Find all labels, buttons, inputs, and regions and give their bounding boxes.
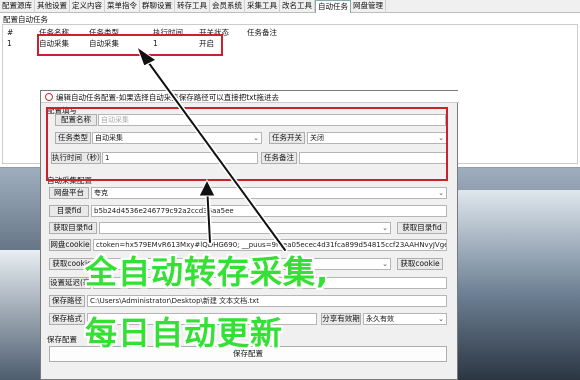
overlay-text-line1: 全自动转存采集,: [85, 253, 330, 291]
pan-platform-button[interactable]: 网盘平台: [49, 187, 89, 199]
share-valid-select[interactable]: 永久有效 ⌄: [363, 313, 447, 325]
tab-pan-management[interactable]: 网盘管理: [351, 0, 386, 13]
dir-id-input[interactable]: b5b24d4536e246779c92a2ccd36aa5ee: [91, 205, 447, 217]
dialog-title: 编辑自动任务配置-如果选择自动采集保存路径可以直接把txt拖进去: [56, 93, 280, 102]
dir-fid-select[interactable]: ⌄: [99, 222, 391, 234]
get-dir-fid-button[interactable]: 获取目录fid: [49, 222, 97, 234]
tab-group-settings[interactable]: 群聊设置: [140, 0, 175, 13]
pan-platform-value: 夸克: [94, 189, 108, 197]
save-path-button[interactable]: 保存路径: [49, 295, 85, 307]
tab-menu-commands[interactable]: 菜单指令: [105, 0, 140, 13]
save-path-input[interactable]: C:\Users\Administrator\Desktop\新建 文本文档.t…: [87, 295, 447, 307]
tab-member-system[interactable]: 会员系统: [210, 0, 245, 13]
tab-other-settings[interactable]: 其他设置: [35, 0, 70, 13]
chevron-down-icon: ⌄: [382, 224, 388, 232]
snow-mountain-right: [458, 190, 580, 380]
header-index: #: [7, 28, 14, 37]
overlay-text-line2: 每日自动更新: [85, 314, 284, 352]
dialog-titlebar: 编辑自动任务配置-如果选择自动采集保存路径可以直接把txt拖进去: [41, 91, 459, 103]
save-format-button[interactable]: 保存格式: [49, 313, 85, 325]
chevron-down-icon: ⌄: [438, 189, 444, 197]
chevron-down-icon: ⌄: [382, 260, 388, 268]
tab-rename-tools[interactable]: 改名工具: [280, 0, 315, 13]
tab-collect-tools[interactable]: 采集工具: [245, 0, 280, 13]
group-label-save: 保存配置: [47, 335, 77, 344]
pan-platform-select[interactable]: 夸克 ⌄: [91, 187, 447, 199]
row-index: 1: [7, 39, 12, 48]
get-dir-fid-button-2[interactable]: 获取目录fid: [397, 222, 447, 234]
tab-bar: 配置源库 其他设置 定义内容 菜单指令 群聊设置 转存工具 会员系统 采集工具 …: [0, 0, 580, 13]
tab-auto-tasks[interactable]: 自动任务: [315, 0, 351, 13]
share-valid-value: 永久有效: [366, 315, 394, 323]
get-cookie-button-2[interactable]: 获取cookie: [397, 258, 443, 270]
tab-config-source[interactable]: 配置源库: [0, 0, 35, 13]
annotation-box-row: [37, 34, 223, 56]
header-task-note: 任务备注: [247, 28, 277, 37]
chevron-down-icon: ⌄: [438, 315, 444, 323]
tab-transfer-tools[interactable]: 转存工具: [175, 0, 210, 13]
annotation-box-fields: [46, 107, 448, 181]
app-icon: [45, 93, 53, 101]
dir-id-button[interactable]: 目录fid: [49, 205, 89, 217]
share-valid-button[interactable]: 分享有效期: [321, 313, 361, 325]
tab-define-content[interactable]: 定义内容: [70, 0, 105, 13]
